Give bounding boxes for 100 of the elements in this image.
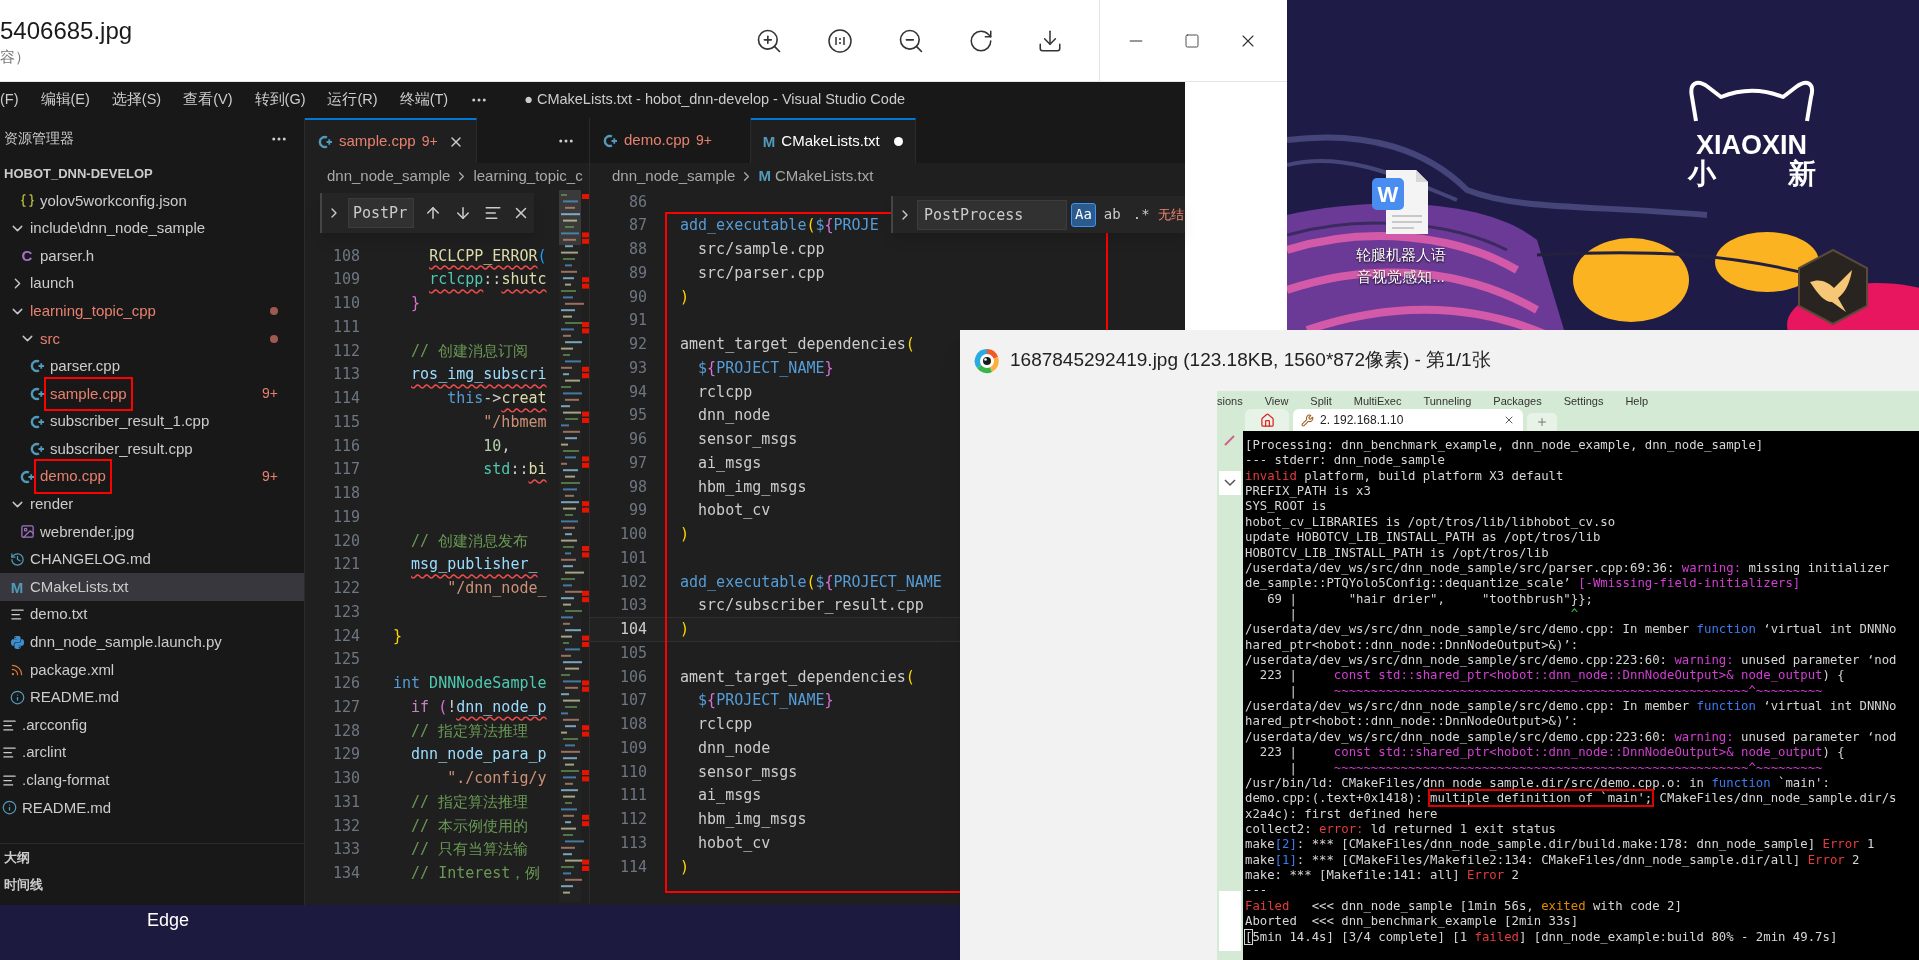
menu-item[interactable]: sions	[1217, 395, 1243, 407]
find-option-toggle[interactable]: ab	[1099, 202, 1125, 227]
menu-item[interactable]: Settings	[1563, 395, 1604, 407]
file-tree-item[interactable]: M CMakeLists.txt	[0, 573, 304, 601]
menu-item[interactable]: MultiExec	[1353, 395, 1402, 407]
find-option-toggle[interactable]: Aa	[1071, 202, 1096, 227]
terminal-line: /userdata/dev_ws/src/dnn_node_sample/src/demo.cpp: In member function ‘virtual int DNNNo	[1245, 622, 1897, 638]
menu-item[interactable]: (F)	[0, 89, 19, 111]
line-number: 87	[627, 215, 647, 237]
file-tree-item[interactable]: render	[0, 490, 304, 519]
file-tree-item[interactable]: .arclint	[0, 738, 304, 767]
line-number: 110	[618, 761, 647, 783]
code-line: int DNNNodeSample	[393, 673, 547, 695]
code-line: }	[393, 625, 403, 647]
line-number: 131	[331, 791, 360, 813]
line-number: 115	[331, 411, 360, 433]
home-icon[interactable]	[1259, 412, 1275, 428]
file-tree-item[interactable]: demo.txt	[0, 600, 304, 629]
line-number: 120	[331, 530, 360, 552]
menu-item[interactable]: 运行(R)	[327, 89, 378, 111]
menu-item[interactable]: 转到(G)	[254, 89, 306, 111]
code-line: ai_msgs	[698, 452, 762, 474]
file-tree-item[interactable]: yolov5workconfig.json	[0, 187, 304, 215]
code-line: // Interest，例	[411, 863, 541, 885]
menu-item[interactable]: 查看(V)	[183, 89, 233, 111]
plus-icon[interactable]	[1536, 416, 1548, 428]
breadcrumb-item[interactable]: dnn_node_sample	[612, 165, 736, 188]
file-tree-item[interactable]: .clang-format	[0, 766, 304, 795]
terminal-line: | ~~~~~~~~~~~~~~~~~~~~~~~~~~~~~~~~~~~~~~~~~~~~~~~~~~~~~~~~^~~~~~~~~~	[1288, 760, 1823, 776]
code-line: rclcpp	[698, 714, 753, 736]
line-number: 108	[331, 245, 360, 267]
menu-item[interactable]: Split	[1310, 395, 1332, 407]
editor-tab[interactable]: sample.cpp 9+	[305, 118, 477, 163]
menu-item[interactable]: 选择(S)	[111, 89, 162, 111]
panel-title: 资源管理器	[4, 129, 74, 148]
breadcrumb-item[interactable]: dnn_node_sample	[327, 165, 451, 188]
folder-title[interactable]: HOBOT_DNN-DEVELOP	[4, 163, 153, 184]
editor-tab[interactable]: M CMakeLists.txt	[750, 118, 916, 163]
file-tree-item[interactable]: launch	[0, 269, 304, 298]
file-tree-item[interactable]: subscriber_result_1.cpp	[0, 407, 304, 436]
text-lines-icon	[1, 772, 17, 788]
file-tree-item[interactable]: C parser.h	[0, 242, 304, 270]
menu-item[interactable]: View	[1264, 395, 1289, 407]
menu-item[interactable]: 终端(T)	[399, 89, 449, 111]
file-tree-item[interactable]: sample.cpp 9+	[0, 380, 304, 408]
cpp-file-icon	[602, 132, 618, 149]
menu-item[interactable]: Tunneling	[1423, 395, 1472, 407]
menu-item[interactable]: Help	[1625, 395, 1649, 407]
lines-icon[interactable]	[484, 204, 502, 222]
line-number: 95	[627, 405, 647, 427]
clock-icon	[9, 552, 25, 567]
line-number: 130	[331, 768, 360, 790]
terminal-line: 223 | const std::shared_ptr<hobot::dnn_node::DnnNodeOutput>& node_output) {	[1258, 668, 1845, 684]
file-tree-item[interactable]: src	[0, 324, 304, 353]
find-field[interactable]: PostPr	[348, 198, 414, 228]
breadcrumb-item[interactable]: CMakeLists.txt	[774, 165, 874, 188]
terminal-line: [5min 14.4s] [3/4 complete] [1 failed] [dnn_node_example:build 80% - 2min 49.7s]	[1245, 929, 1838, 945]
logo-character: 小	[1687, 158, 1716, 190]
bird-app-icon[interactable]	[1796, 248, 1870, 326]
find-field[interactable]: PostProcess	[917, 199, 1067, 230]
code-line: // 创建消息订阅	[411, 340, 529, 362]
menu-item[interactable]: Packages	[1493, 395, 1542, 407]
code-line: hobot_cv	[698, 500, 771, 522]
line-number: 92	[627, 334, 647, 356]
terminal-line: 223 | const std::shared_ptr<hobot::dnn_node::DnnNodeOutput>& node_output) {	[1258, 745, 1845, 761]
file-type-icon: M	[762, 134, 776, 149]
arrow-down-icon[interactable]	[454, 204, 472, 222]
file-tree-item[interactable]: webrender.jpg	[0, 518, 304, 546]
code-line: hbm_img_msgs	[698, 476, 807, 498]
code-line: ament_target_dependencies(	[680, 666, 915, 688]
file-tree-item[interactable]: README.md	[0, 683, 304, 712]
file-tree-item[interactable]: dnn_node_sample.launch.py	[0, 628, 304, 657]
terminal-line: | ~~~~~~~~~~~~~~~~~~~~~~~~~~~~~~~~~~~~~~~~~~~~~~~~~~~~~~~~^~~~~~~~~~	[1288, 683, 1823, 700]
maximize-icon[interactable]	[1184, 32, 1200, 49]
file-tree-item[interactable]: include\dnn_node_sample	[0, 214, 304, 243]
close-icon[interactable]	[1503, 414, 1515, 426]
find-option-toggle[interactable]: .*	[1128, 202, 1154, 227]
file-tree-item[interactable]: learning_topic_cpp	[0, 297, 304, 325]
file-tree-item[interactable]: demo.cpp 9+	[0, 462, 304, 491]
terminal-line: HOBOTCV_LIB_INSTALL_PATH is /opt/tros/lib	[1245, 545, 1549, 561]
file-tree-item[interactable]: subscriber_result.cpp	[0, 435, 304, 463]
code-line: // 本示例使用的	[411, 815, 529, 837]
breadcrumb-item[interactable]: learning_topic_c	[473, 165, 583, 188]
file-tree-item[interactable]: package.xml	[0, 656, 304, 684]
line-number: 113	[331, 364, 360, 386]
file-tree-item[interactable]: CHANGELOG.md	[0, 545, 304, 574]
session-tab[interactable]: 2. 192.168.1.10	[1293, 409, 1523, 431]
line-number: 111	[618, 785, 647, 807]
menu-item[interactable]: 编辑(E)	[40, 89, 90, 111]
eye-logo-icon	[974, 347, 1000, 374]
code-line: sensor_msgs	[698, 429, 798, 451]
file-tree-item[interactable]: README.md	[0, 794, 304, 822]
line-number: 102	[618, 571, 647, 593]
section-header[interactable]: 大纲	[4, 847, 30, 868]
home-tab[interactable]	[1245, 409, 1289, 431]
file-tree-item[interactable]: parser.cpp	[0, 352, 304, 381]
line-number: 86	[627, 191, 647, 213]
file-tree-item[interactable]: .arcconfig	[0, 711, 304, 739]
actual-size-icon[interactable]	[826, 26, 854, 55]
section-header[interactable]: 时间线	[4, 874, 43, 895]
